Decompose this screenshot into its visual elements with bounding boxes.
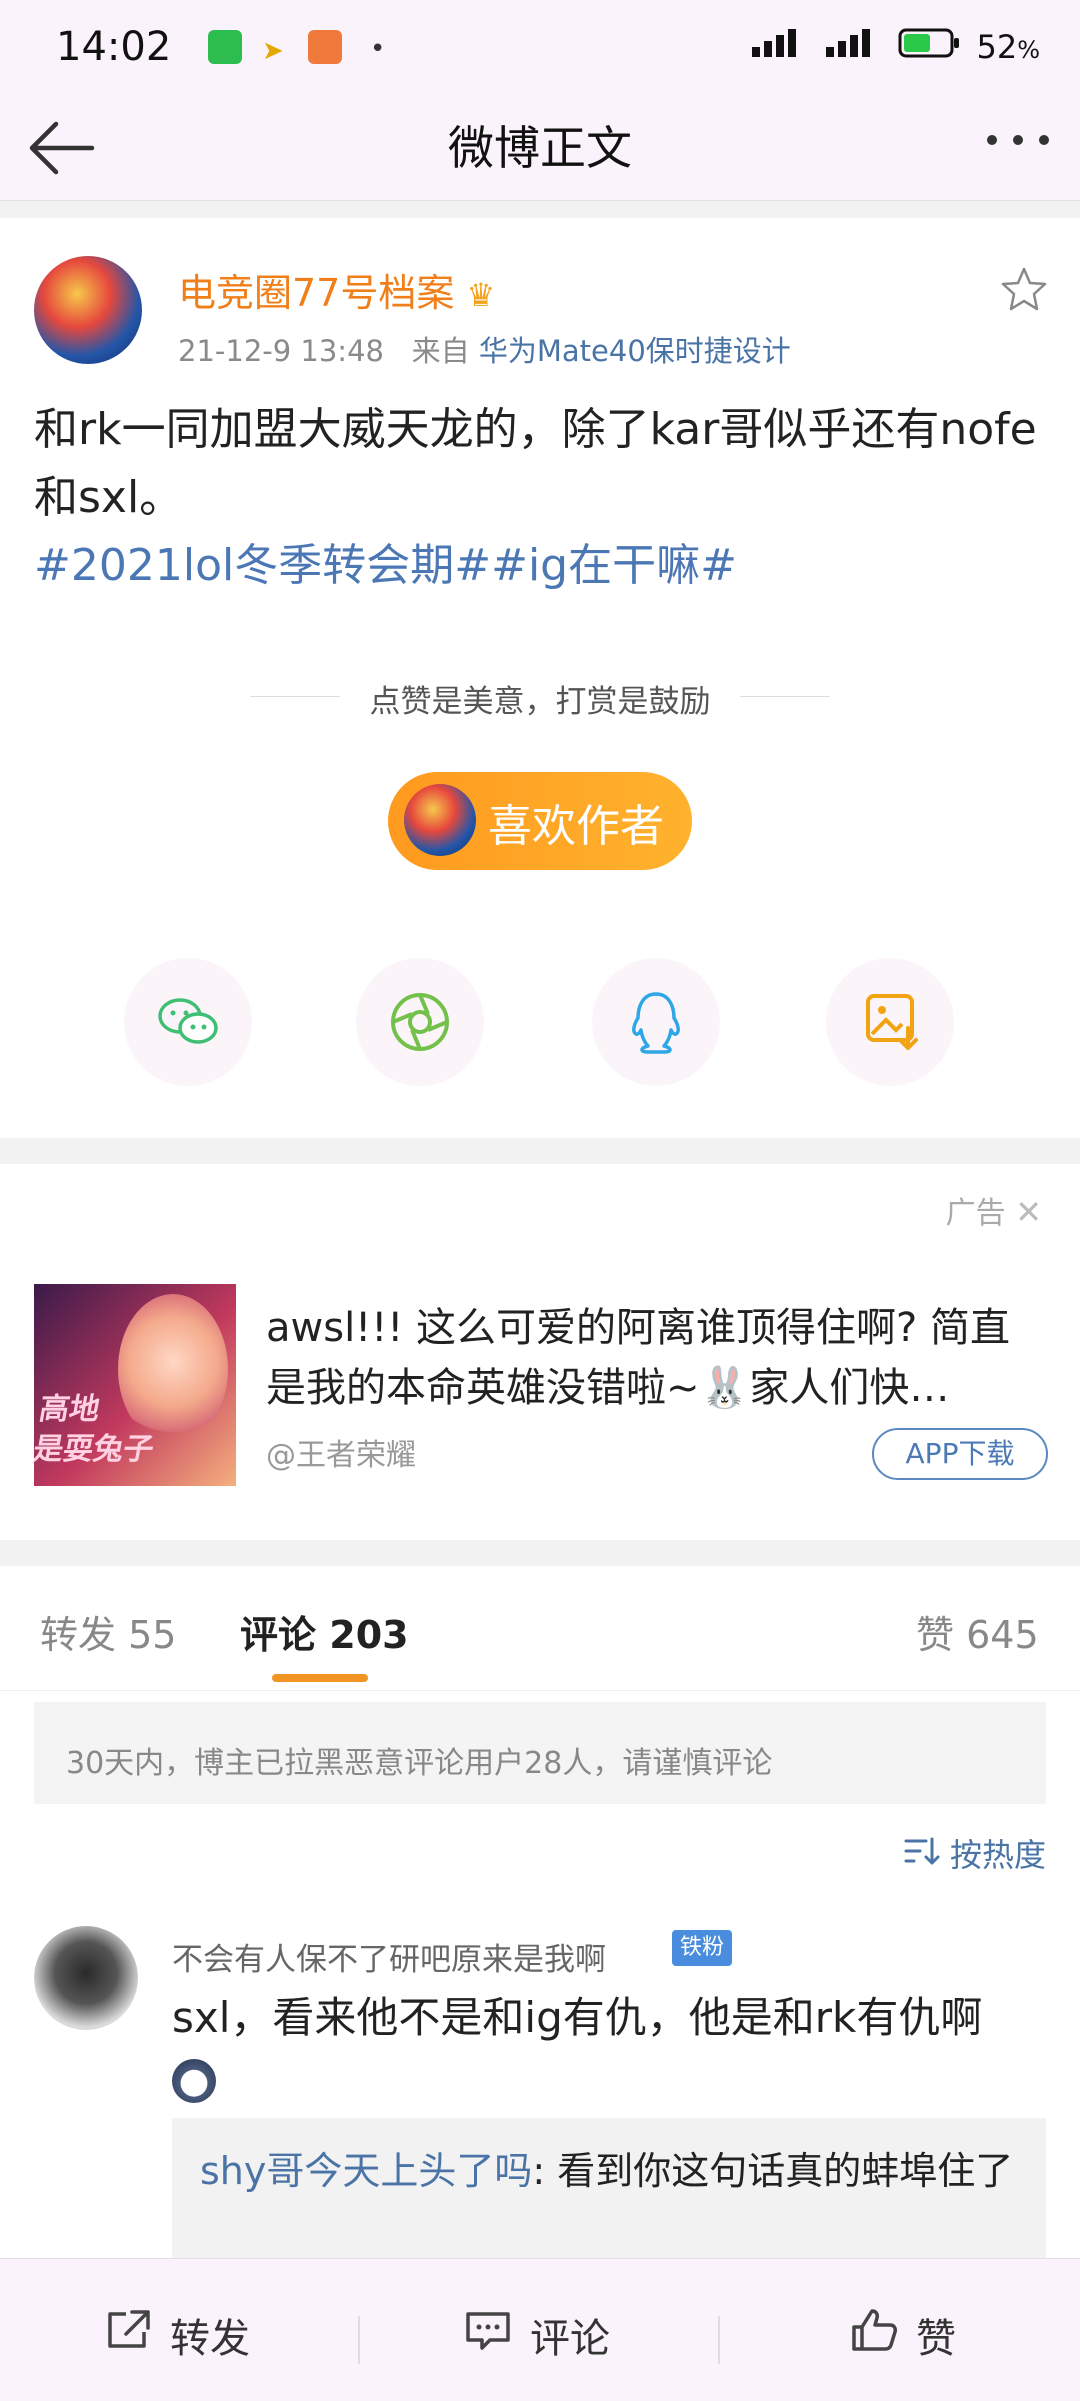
signal-icon <box>750 27 810 67</box>
fan-badge: 铁粉 <box>672 1930 733 1966</box>
favorite-star-icon[interactable] <box>1000 266 1048 316</box>
commenter-name[interactable]: 不会有人保不了研吧原来是我啊 <box>172 1934 606 1979</box>
ad-image-face <box>118 1294 228 1444</box>
more-icon[interactable] <box>982 130 1054 154</box>
reward-hint: 点赞是美意，打赏是鼓励 <box>369 684 711 720</box>
app-download-button[interactable]: APP下载 <box>872 1428 1048 1480</box>
thumbs-up-icon <box>850 2307 898 2363</box>
signal-icon-2 <box>824 27 884 67</box>
ad-text[interactable]: awsl!!! 这么可爱的阿离谁顶得住啊? 简直是我的本命英雄没错啦~🐰家人们快… <box>266 1298 1046 1418</box>
notice-text: 30天内，博主已拉黑恶意评论用户28人，请谨慎评论 <box>66 1746 773 1781</box>
post-text: 和rk一同加盟大威天龙的，除了kar哥似乎还有nofe和sxl。 <box>34 404 1037 523</box>
emoji-icon <box>172 2058 216 2103</box>
commenter-avatar[interactable] <box>34 1926 138 2030</box>
ad-image-caption-2: 是耍兔子 <box>34 1432 157 1467</box>
orange-app-icon <box>308 30 342 64</box>
ad-label[interactable]: 广告 ✕ <box>946 1188 1042 1232</box>
status-right: 52% <box>750 26 1040 68</box>
dot-icon: • <box>370 34 386 64</box>
wechat-icon <box>152 986 224 1062</box>
tab-likes[interactable]: 赞 645 <box>916 1604 1039 1659</box>
save-image-icon <box>862 990 922 1058</box>
ad-image-caption-1: 高地 <box>36 1392 103 1427</box>
bird-app-icon: ➤ <box>262 36 284 66</box>
reply-text: : 看到你这句话真的蚌埠住了 <box>532 2149 1014 2193</box>
tabs-divider <box>0 1690 1080 1691</box>
tab-active-indicator <box>272 1674 368 1682</box>
battery-icon <box>898 26 962 68</box>
battery-level: 52% <box>976 28 1040 66</box>
post-source[interactable]: 华为Mate40保时捷设计 <box>479 334 791 368</box>
comment-text: sxl，看来他不是和ig有仇，他是和rk有仇啊 <box>172 1988 1052 2108</box>
sort-button[interactable]: 按热度 <box>904 1830 1046 1876</box>
author-avatar[interactable] <box>34 256 142 364</box>
reply-content: shy哥今天上头了吗: 看到你这句话真的蚌埠住了 <box>200 2140 1020 2202</box>
status-time: 14:02 <box>56 24 172 70</box>
crown-icon: ♛ <box>466 276 496 314</box>
ad-image[interactable]: 高地 是耍兔子 <box>34 1284 236 1486</box>
tab-comments[interactable]: 评论 203 <box>240 1604 409 1659</box>
bottom-separator-2 <box>718 2316 720 2364</box>
qq-icon <box>626 988 686 1060</box>
post-tags[interactable]: #2021lol冬季转会期##ig在干嘛# <box>34 540 737 591</box>
like-author-avatar <box>404 784 476 856</box>
moments-icon <box>388 990 452 1058</box>
post-body: 和rk一同加盟大威天龙的，除了kar哥似乎还有nofe和sxl。 #2021lo… <box>34 396 1044 600</box>
repost-icon <box>104 2308 152 2362</box>
comment-button[interactable]: 评论 <box>464 2306 610 2364</box>
sort-icon <box>904 1836 950 1874</box>
page-title: 微博正文 <box>448 121 632 175</box>
from-label: 来自 <box>411 334 470 368</box>
author-name[interactable]: 电竞圈77号档案 ♛ <box>178 262 495 317</box>
like-author-label: 喜欢作者 <box>488 801 664 852</box>
comment-icon <box>464 2308 512 2362</box>
ad-source: @王者荣耀 <box>266 1438 416 1473</box>
post-meta: 21-12-9 13:48 来自 华为Mate40保时捷设计 <box>178 328 791 370</box>
post-time: 21-12-9 13:48 <box>178 334 384 368</box>
reader-app-icon <box>208 30 242 64</box>
bottom-separator-1 <box>358 2316 360 2364</box>
tab-repost[interactable]: 转发 55 <box>40 1604 176 1659</box>
repost-button[interactable]: 转发 <box>104 2306 250 2364</box>
like-button[interactable]: 赞 <box>850 2306 956 2364</box>
close-icon[interactable]: ✕ <box>1015 1193 1042 1231</box>
reply-author[interactable]: shy哥今天上头了吗 <box>200 2149 532 2193</box>
